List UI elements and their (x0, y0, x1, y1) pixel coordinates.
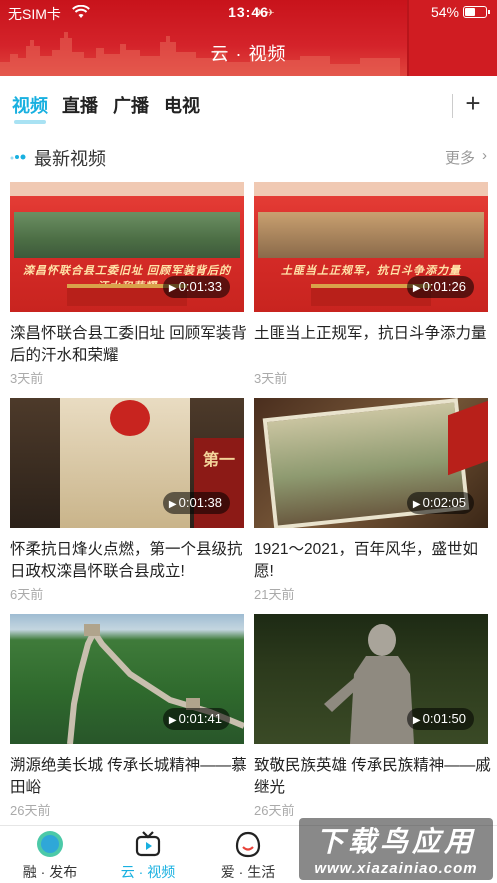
play-icon: ▶ (168, 715, 177, 726)
tv-icon (135, 831, 161, 857)
duration-text: 0:01:50 (422, 711, 466, 726)
duration-badge: ▶ 0:01:38 (162, 492, 230, 514)
tab-tv[interactable]: 电视 (164, 92, 200, 118)
video-title[interactable]: 1921～2021，百年风华，盛世如愿! (254, 539, 492, 583)
status-bar: 无SIM卡 13:46 54% (0, 4, 497, 22)
play-icon: ▶ (168, 499, 177, 510)
section-header: 最新视频 更多 › (0, 144, 497, 170)
nav-item-publish[interactable]: 融 · 发布 (10, 826, 90, 883)
video-time: 6天前 (10, 587, 44, 602)
video-thumbnail[interactable]: ▶ 0:02:05 (254, 398, 488, 528)
active-tab-indicator (14, 120, 46, 124)
video-title[interactable]: 滦昌怀联合县工委旧址 回顾军装背后的汗水和荣耀 (10, 323, 248, 367)
plus-icon[interactable]: + (461, 88, 485, 119)
video-time: 3天前 (10, 371, 44, 386)
category-tabs: 视频 直播 广播 电视 + (0, 86, 497, 126)
clock: 13:46 (228, 4, 269, 20)
video-title[interactable]: 溯源绝美长城 传承长城精神——慕田峪 (10, 755, 248, 799)
play-icon: ▶ (412, 283, 421, 294)
duration-text: 0:01:38 (178, 495, 222, 510)
thumbnail-banner (10, 182, 244, 196)
video-title[interactable]: 土匪当上正规军，抗日斗争添力量 (254, 323, 492, 345)
nav-label: 爱 · 生活 (220, 864, 276, 880)
watermark-title: 下载鸟应用 (315, 826, 476, 857)
video-thumbnail[interactable]: ▶ 0:01:41 (10, 614, 244, 744)
duration-text: 0:01:26 (422, 279, 466, 294)
duration-badge: ▶ 0:01:33 (162, 276, 230, 298)
play-icon: ▶ (168, 283, 177, 294)
video-title[interactable]: 致敬民族英雄 传承民族精神——戚继光 (254, 755, 492, 799)
dots-icon (10, 154, 26, 160)
video-title[interactable]: 怀柔抗日烽火点燃，第一个县级抗日政权滦昌怀联合县成立! (10, 539, 248, 583)
video-thumbnail[interactable]: 第一 ▶ 0:01:38 (10, 398, 244, 528)
duration-badge: ▶ 0:01:26 (406, 276, 474, 298)
nav-label: 云 · 视频 (120, 864, 176, 880)
more-link[interactable]: 更多 (445, 147, 475, 168)
video-time: 3天前 (254, 371, 288, 386)
duration-text: 0:01:33 (178, 279, 222, 294)
play-icon: ▶ (412, 715, 421, 726)
duration-text: 0:02:05 (422, 495, 466, 510)
video-time: 26天前 (254, 803, 295, 818)
duration-badge: ▶ 0:01:50 (406, 708, 474, 730)
red-flag-decoration (448, 400, 488, 476)
chevron-right-icon[interactable]: › (482, 147, 487, 164)
play-icon: ▶ (412, 499, 421, 510)
nav-item-video[interactable]: 云 · 视频 (108, 826, 188, 883)
tab-live[interactable]: 直播 (62, 92, 98, 118)
duration-badge: ▶ 0:01:41 (162, 708, 230, 730)
app-header: ✈ ✈ 无SIM卡 13:46 54% 云 · 视频 (0, 0, 497, 76)
thumbnail-banner (254, 182, 488, 196)
party-emblem (110, 400, 150, 436)
thumbnail-landscape (14, 212, 240, 258)
thumbnail-caption: 第一 (194, 438, 244, 528)
smile-icon (235, 831, 261, 858)
nav-item-life[interactable]: 爱 · 生活 (208, 826, 288, 883)
watermark-url: www.xiazainiao.com (314, 860, 478, 877)
duration-badge: ▶ 0:02:05 (406, 492, 474, 514)
video-thumbnail[interactable]: 滦昌怀联合县工委旧址 回顾军装背后的汗水和荣耀 ▶0:01:33 (10, 182, 244, 312)
nav-label: 融 · 发布 (22, 864, 78, 880)
battery-icon (463, 6, 490, 18)
rong-logo-icon (37, 831, 63, 857)
video-time: 26天前 (10, 803, 51, 818)
tab-radio[interactable]: 广播 (113, 92, 149, 118)
section-title: 最新视频 (34, 149, 106, 169)
divider (452, 94, 453, 118)
video-thumbnail[interactable]: 土匪当上正规军，抗日斗争添力量 ▶ 0:01:26 (254, 182, 488, 312)
video-time: 21天前 (254, 587, 295, 602)
duration-text: 0:01:41 (178, 711, 222, 726)
page-title: 云 · 视频 (210, 44, 287, 64)
video-thumbnail[interactable]: ▶ 0:01:50 (254, 614, 488, 744)
tab-video[interactable]: 视频 (12, 92, 48, 118)
watermark: 下载鸟应用 www.xiazainiao.com (299, 818, 493, 880)
battery-percent: 54% (430, 4, 459, 20)
thumbnail-landscape (258, 212, 484, 258)
